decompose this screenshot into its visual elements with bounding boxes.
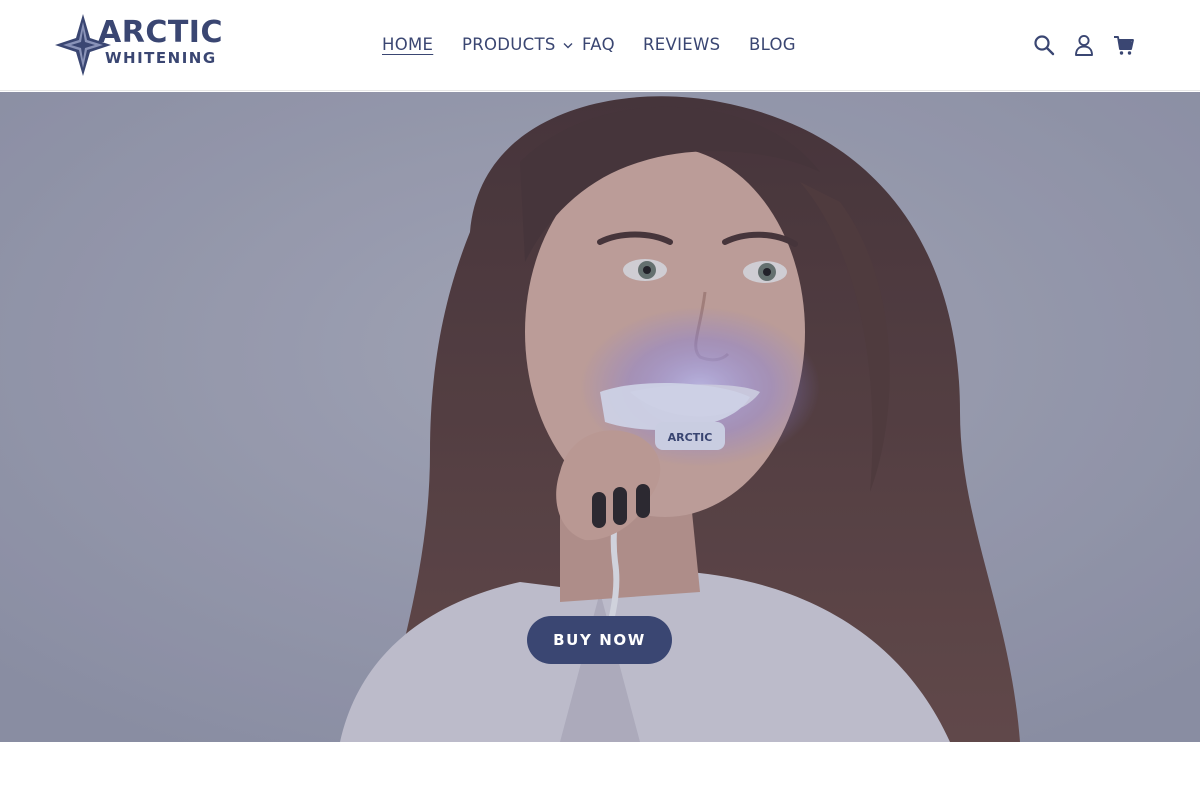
nav-blog[interactable]: BLOG: [749, 33, 801, 57]
buy-now-button[interactable]: BUY NOW: [527, 616, 672, 664]
hero-banner: ARCTIC BUY NOW: [0, 92, 1200, 742]
nav-products[interactable]: PRODUCTS: [462, 33, 576, 57]
nav-reviews[interactable]: REVIEWS: [643, 33, 729, 57]
header-icons: [1031, 32, 1137, 58]
page-below-hero: [0, 742, 1200, 800]
cart-icon: [1114, 36, 1134, 55]
nav-home[interactable]: HOME: [382, 33, 439, 57]
main-nav: HOME PRODUCTS FAQ REVIEWS BLOG: [382, 33, 801, 57]
logo-link[interactable]: ARCTIC WHITENING: [55, 14, 230, 76]
nav-products-label: PRODUCTS: [462, 35, 556, 54]
logo-text-bottom: WHITENING: [105, 49, 217, 67]
nav-faq[interactable]: FAQ: [582, 33, 624, 57]
account-button[interactable]: [1071, 32, 1097, 58]
cart-button[interactable]: [1111, 32, 1137, 58]
site-header: ARCTIC WHITENING HOME PRODUCTS FAQ REVIE…: [0, 0, 1200, 91]
chevron-down-icon: [563, 42, 573, 48]
search-icon: [1034, 35, 1055, 56]
account-icon: [1075, 34, 1093, 56]
logo-text-top: ARCTIC: [98, 15, 223, 50]
search-button[interactable]: [1031, 32, 1057, 58]
